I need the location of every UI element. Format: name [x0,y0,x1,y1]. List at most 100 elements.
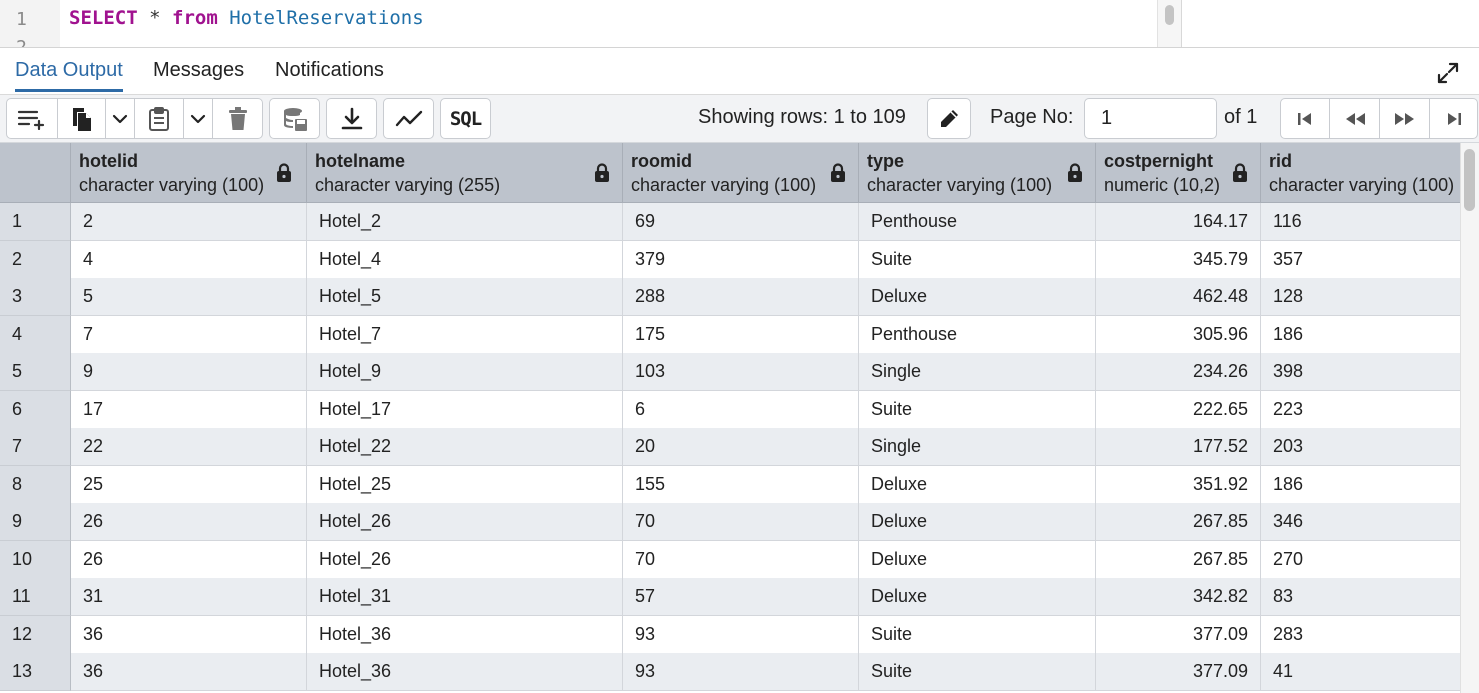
table-cell-type[interactable]: Deluxe [859,578,1096,616]
table-cell-costpernight[interactable]: 234.26 [1096,353,1261,391]
column-header-2[interactable]: roomid character varying (100) [623,143,859,203]
table-cell-hotelname[interactable]: Hotel_7 [307,315,623,354]
table-row[interactable]: 10 26 Hotel_26 70 Deluxe 267.85 270 [0,540,1460,579]
table-cell-rid[interactable]: 203 [1261,428,1460,466]
table-cell-hotelname[interactable]: Hotel_36 [307,653,623,691]
table-row[interactable]: 3 5 Hotel_5 288 Deluxe 462.48 128 [0,278,1460,316]
table-row[interactable]: 4 7 Hotel_7 175 Penthouse 305.96 186 [0,315,1460,354]
grid-vertical-scrollbar[interactable] [1460,143,1479,693]
table-cell-costpernight[interactable]: 377.09 [1096,615,1261,654]
download-button[interactable] [326,98,377,139]
table-cell-hotelname[interactable]: Hotel_26 [307,503,623,541]
table-cell-hotelid[interactable]: 7 [71,315,307,354]
copy-button[interactable] [57,98,106,139]
row-number-cell[interactable]: 10 [0,540,71,579]
table-cell-costpernight[interactable]: 462.48 [1096,278,1261,316]
table-cell-type[interactable]: Suite [859,390,1096,429]
column-header-0[interactable]: hotelid character varying (100) [71,143,307,203]
table-cell-rid[interactable]: 283 [1261,616,1460,654]
column-header-4[interactable]: costpernight numeric (10,2) [1096,143,1261,203]
table-row[interactable]: 11 31 Hotel_31 57 Deluxe 342.82 83 [0,578,1460,616]
table-cell-costpernight[interactable]: 342.82 [1096,578,1261,616]
row-number-cell[interactable]: 1 [0,203,71,241]
sql-button[interactable]: SQL [440,98,491,139]
first-page-button[interactable] [1280,98,1330,139]
table-cell-hotelid[interactable]: 26 [71,503,307,541]
table-cell-costpernight[interactable]: 267.85 [1096,540,1261,579]
row-number-cell[interactable]: 13 [0,653,71,691]
table-row[interactable]: 1 2 Hotel_2 69 Penthouse 164.17 116 [0,203,1460,241]
table-cell-hotelname[interactable]: Hotel_22 [307,428,623,466]
table-cell-hotelid[interactable]: 5 [71,278,307,316]
row-number-cell[interactable]: 3 [0,278,71,316]
column-header-1[interactable]: hotelname character varying (255) [307,143,623,203]
table-cell-type[interactable]: Deluxe [859,278,1096,316]
row-number-cell[interactable]: 11 [0,578,71,616]
table-cell-rid[interactable]: 357 [1261,241,1460,279]
add-row-button[interactable] [6,98,58,139]
table-cell-costpernight[interactable]: 222.65 [1096,390,1261,429]
next-page-button[interactable] [1379,98,1430,139]
table-cell-type[interactable]: Suite [859,653,1096,691]
table-cell-type[interactable]: Deluxe [859,503,1096,541]
table-cell-rid[interactable]: 41 [1261,653,1460,691]
table-cell-costpernight[interactable]: 177.52 [1096,428,1261,466]
table-cell-type[interactable]: Single [859,353,1096,391]
table-cell-rid[interactable]: 128 [1261,278,1460,316]
table-cell-hotelname[interactable]: Hotel_9 [307,353,623,391]
table-cell-hotelid[interactable]: 31 [71,578,307,616]
tab-data-output[interactable]: Data Output [15,58,123,92]
tab-messages[interactable]: Messages [153,58,244,92]
table-cell-roomid[interactable]: 155 [623,465,859,504]
column-header-5[interactable]: rid character varying (100) [1261,143,1460,203]
table-cell-hotelid[interactable]: 2 [71,203,307,241]
paste-button[interactable] [134,98,184,139]
row-number-cell[interactable]: 8 [0,465,71,504]
table-row[interactable]: 8 25 Hotel_25 155 Deluxe 351.92 186 [0,465,1460,504]
grid-scroll-thumb[interactable] [1464,149,1475,211]
table-cell-roomid[interactable]: 70 [623,540,859,579]
table-cell-hotelid[interactable]: 22 [71,428,307,466]
graph-visualiser-button[interactable] [383,98,434,139]
row-number-cell[interactable]: 2 [0,240,71,279]
editor-scroll-thumb[interactable] [1165,5,1174,25]
table-cell-roomid[interactable]: 93 [623,615,859,654]
table-cell-roomid[interactable]: 288 [623,278,859,316]
query-editor[interactable]: 1 2 SELECT * from HotelReservations [0,0,1479,47]
table-cell-type[interactable]: Suite [859,240,1096,279]
query-text[interactable]: SELECT * from HotelReservations [69,7,424,29]
table-row[interactable]: 12 36 Hotel_36 93 Suite 377.09 283 [0,615,1460,654]
table-cell-costpernight[interactable]: 377.09 [1096,653,1261,691]
table-cell-roomid[interactable]: 69 [623,203,859,241]
table-cell-rid[interactable]: 116 [1261,203,1460,241]
row-number-header[interactable] [0,143,71,203]
table-cell-rid[interactable]: 346 [1261,503,1460,541]
table-cell-hotelid[interactable]: 25 [71,465,307,504]
table-cell-roomid[interactable]: 57 [623,578,859,616]
table-cell-hotelname[interactable]: Hotel_26 [307,540,623,579]
tab-notifications[interactable]: Notifications [275,58,384,92]
table-cell-costpernight[interactable]: 305.96 [1096,315,1261,354]
table-cell-rid[interactable]: 223 [1261,391,1460,429]
table-cell-hotelid[interactable]: 26 [71,540,307,579]
row-number-cell[interactable]: 7 [0,428,71,466]
table-cell-type[interactable]: Deluxe [859,465,1096,504]
table-cell-roomid[interactable]: 93 [623,653,859,691]
table-row[interactable]: 2 4 Hotel_4 379 Suite 345.79 357 [0,240,1460,279]
table-row[interactable]: 5 9 Hotel_9 103 Single 234.26 398 [0,353,1460,391]
save-data-button[interactable] [269,98,320,139]
table-cell-hotelname[interactable]: Hotel_36 [307,615,623,654]
table-cell-costpernight[interactable]: 164.17 [1096,203,1261,241]
table-cell-costpernight[interactable]: 351.92 [1096,465,1261,504]
last-page-button[interactable] [1429,98,1478,139]
table-cell-type[interactable]: Deluxe [859,540,1096,579]
row-number-cell[interactable]: 4 [0,315,71,354]
previous-page-button[interactable] [1329,98,1380,139]
table-cell-hotelname[interactable]: Hotel_31 [307,578,623,616]
table-cell-hotelname[interactable]: Hotel_17 [307,390,623,429]
table-cell-rid[interactable]: 270 [1261,541,1460,579]
table-cell-type[interactable]: Penthouse [859,203,1096,241]
editor-scrollbar[interactable] [1157,0,1181,47]
table-cell-hotelname[interactable]: Hotel_2 [307,203,623,241]
table-row[interactable]: 7 22 Hotel_22 20 Single 177.52 203 [0,428,1460,466]
